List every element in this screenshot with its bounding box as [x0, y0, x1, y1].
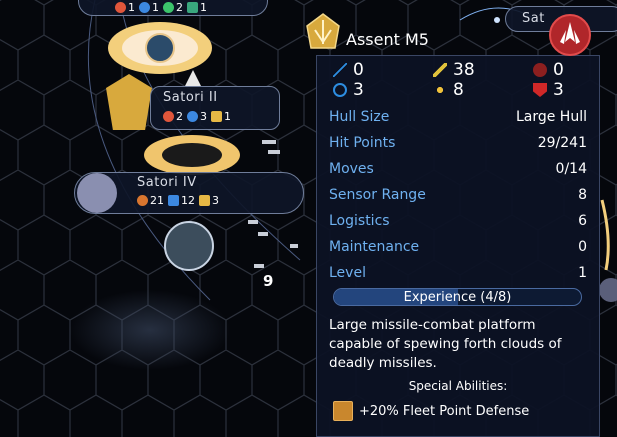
row-label-logistics: Logistics	[329, 213, 390, 229]
planet-label-satori-ii[interactable]: Satori II 2 3 1	[150, 86, 280, 130]
row-label-level: Level	[329, 265, 366, 281]
influence-icon	[211, 111, 222, 122]
industry-icon	[137, 195, 148, 206]
shield-stat: 3	[333, 80, 364, 100]
kinetic-attack-stat: 0	[533, 60, 564, 80]
point-defense-icon	[433, 83, 447, 97]
armor-stat: 3	[533, 80, 564, 100]
beam-attack-stat: 0	[333, 60, 364, 80]
food-icon	[163, 2, 174, 13]
row-label-sensor-range: Sensor Range	[329, 187, 426, 203]
row-value-logistics: 6	[578, 213, 587, 229]
ability-item: +20% Fleet Point Defense	[333, 401, 529, 421]
production-icon	[163, 111, 174, 122]
row-value-level: 1	[578, 265, 587, 281]
missile-icon	[433, 63, 447, 77]
row-value-maintenance: 0	[578, 239, 587, 255]
beam-icon	[333, 63, 347, 77]
faction-badge[interactable]	[549, 14, 591, 56]
experience-label: Experience (4/8)	[403, 290, 512, 305]
armor-icon	[533, 83, 547, 97]
faction-icon	[560, 22, 580, 44]
planet-label-top[interactable]: 1 1 2 1	[78, 0, 268, 16]
ship-class-icon	[303, 12, 343, 52]
row-label-hit-points: Hit Points	[329, 135, 396, 151]
point-defense-icon	[333, 401, 353, 421]
satori-iv-emblem	[77, 173, 117, 213]
planet-name: Satori IV	[137, 175, 197, 190]
planet	[145, 33, 175, 63]
row-value-moves: 0/14	[555, 161, 587, 177]
point-defense-stat: 8	[433, 80, 464, 100]
row-label-moves: Moves	[329, 161, 374, 177]
row-value-sensor-range: 8	[578, 187, 587, 203]
ability-label: +20% Fleet Point Defense	[359, 403, 530, 419]
ship-tooltip: 0 38 0 3 8 3 Hull Size Large Hull Hit Po…	[316, 55, 600, 437]
ship-description: Large missile-combat platform capable of…	[329, 317, 562, 371]
shield-icon	[333, 83, 347, 97]
research-icon	[187, 111, 198, 122]
research-icon	[139, 2, 150, 13]
credits-icon	[199, 195, 210, 206]
moon	[164, 221, 214, 271]
row-label-maintenance: Maintenance	[329, 239, 420, 255]
row-label-hull-size: Hull Size	[329, 109, 390, 125]
influence-icon	[187, 2, 198, 13]
missile-attack-stat: 38	[433, 60, 475, 80]
experience-bar: Experience (4/8)	[333, 288, 582, 306]
row-value-hull-size: Large Hull	[515, 109, 587, 125]
special-abilities-title: Special Abilities:	[408, 379, 508, 393]
planet-label-satori-iv[interactable]: Satori IV 21 12 3	[74, 172, 304, 214]
production-icon	[115, 2, 126, 13]
row-value-hit-points: 29/241	[537, 135, 587, 151]
science-icon	[168, 195, 179, 206]
planet-name: Satori II	[163, 90, 218, 105]
ship-name: Assent M5	[346, 30, 429, 49]
fleet-count: 9	[263, 272, 273, 290]
kinetic-icon	[533, 63, 547, 77]
